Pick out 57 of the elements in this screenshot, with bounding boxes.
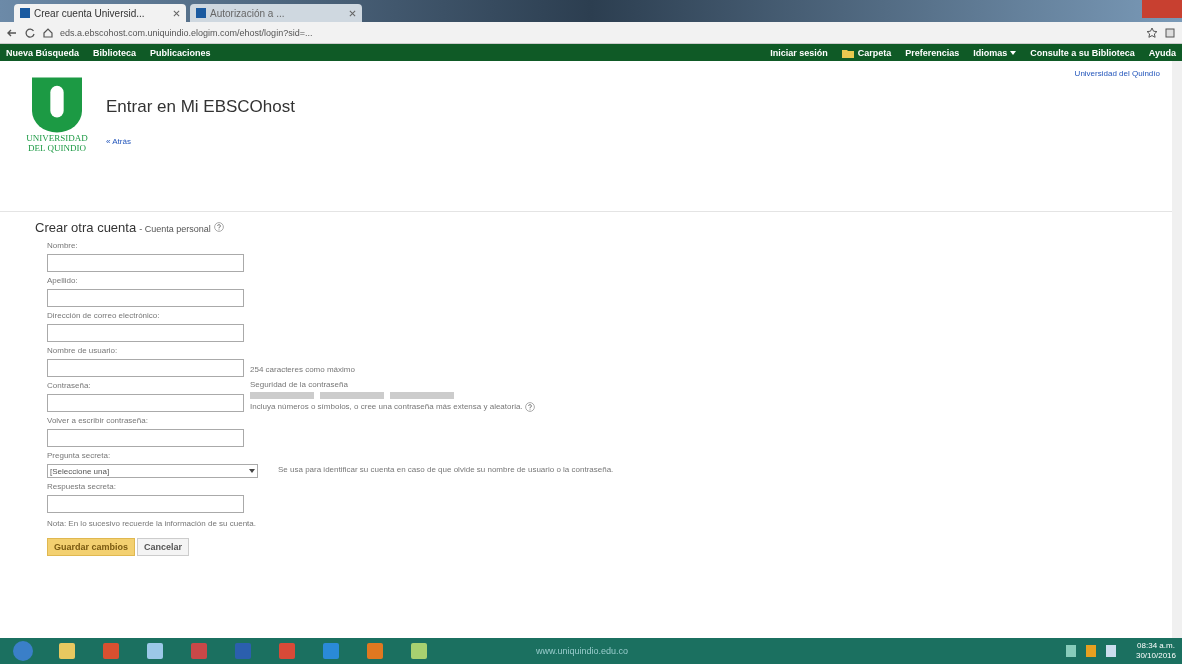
logo-icon <box>32 77 82 133</box>
nav-link[interactable]: Iniciar sesión <box>770 47 828 58</box>
input-field[interactable] <box>47 394 244 412</box>
back-link[interactable]: « Atrás <box>106 137 295 146</box>
nav-link[interactable]: Consulte a su Biblioteca <box>1030 47 1135 58</box>
password-hint: Incluya números o símbolos, o cree una contraseña más extensa y aleatoria. <box>250 402 523 412</box>
page-icon <box>20 8 30 18</box>
input-field[interactable] <box>47 359 244 377</box>
reload-icon[interactable] <box>24 26 36 39</box>
nav-link[interactable]: Biblioteca <box>93 47 137 58</box>
field-label: Respuesta secreta: <box>47 482 116 491</box>
save-button[interactable]: Guardar cambios <box>47 538 136 556</box>
clock[interactable]: 08:34 a.m. 30/10/2016 <box>1135 641 1176 661</box>
question-dropdown[interactable]: [Seleccione una] <box>47 464 258 478</box>
taskbar-text: www.uniquindio.edu.co <box>536 646 629 656</box>
extension-icon[interactable] <box>1164 26 1176 39</box>
help-icon[interactable] <box>524 402 535 412</box>
field-label: Contraseña: <box>47 381 91 390</box>
input-field[interactable] <box>47 289 244 307</box>
browser-tab[interactable]: Autorización a ... <box>190 4 362 22</box>
field-note: Se usa para identificar su cuenta en caso de que olvide su nombre de usuario o la contraseña. <box>278 465 614 474</box>
field-label: Nombre de usuario: <box>47 346 118 355</box>
folder-icon <box>841 47 854 58</box>
help-icon[interactable] <box>213 222 224 232</box>
scrollbar[interactable] <box>1172 61 1182 638</box>
institution-link[interactable]: Universidad del Quindío <box>1074 69 1160 211</box>
close-icon[interactable] <box>349 9 356 17</box>
input-field[interactable] <box>47 495 244 513</box>
form-subtitle: - Cuenta personal <box>139 224 211 234</box>
page-title: Entrar en Mi EBSCOhost <box>106 97 295 117</box>
nav-link[interactable]: Carpeta <box>857 47 892 58</box>
browser-tab[interactable]: Crear cuenta Universid... <box>14 4 186 22</box>
field-note: 254 caracteres como máximo <box>250 365 355 374</box>
home-icon[interactable] <box>42 26 54 39</box>
input-field[interactable] <box>47 324 244 342</box>
input-field[interactable] <box>47 254 244 272</box>
caret-icon <box>249 469 255 473</box>
field-label: Pregunta secreta: <box>47 451 111 460</box>
field-label: Apellido: <box>47 276 78 285</box>
cancel-button[interactable]: Cancelar <box>137 538 190 556</box>
field-label: Dirección de correo electrónico: <box>47 311 160 320</box>
input-field[interactable] <box>47 429 244 447</box>
nav-link[interactable]: Nueva Búsqueda <box>6 47 80 58</box>
field-label: Nombre: <box>47 241 78 250</box>
star-icon[interactable] <box>1146 26 1158 39</box>
nav-link[interactable]: Publicaciones <box>150 47 211 58</box>
nav-link[interactable]: Preferencias <box>905 47 960 58</box>
page-icon <box>196 8 206 18</box>
logo-text: UNIVERSIDAD DEL QUINDIO <box>26 133 88 153</box>
caret-icon[interactable] <box>1010 50 1017 55</box>
nav-link[interactable]: Ayuda <box>1148 47 1176 58</box>
footnote: Nota: En lo sucesivo recuerde la información de su cuenta. <box>47 519 257 528</box>
form-title: Crear otra cuenta <box>35 220 137 235</box>
field-label: Volver a escribir contraseña: <box>47 416 148 425</box>
close-icon[interactable] <box>173 9 180 17</box>
nav-link[interactable]: Idiomas <box>973 47 1008 58</box>
strength-label: Seguridad de la contraseña <box>250 380 349 389</box>
